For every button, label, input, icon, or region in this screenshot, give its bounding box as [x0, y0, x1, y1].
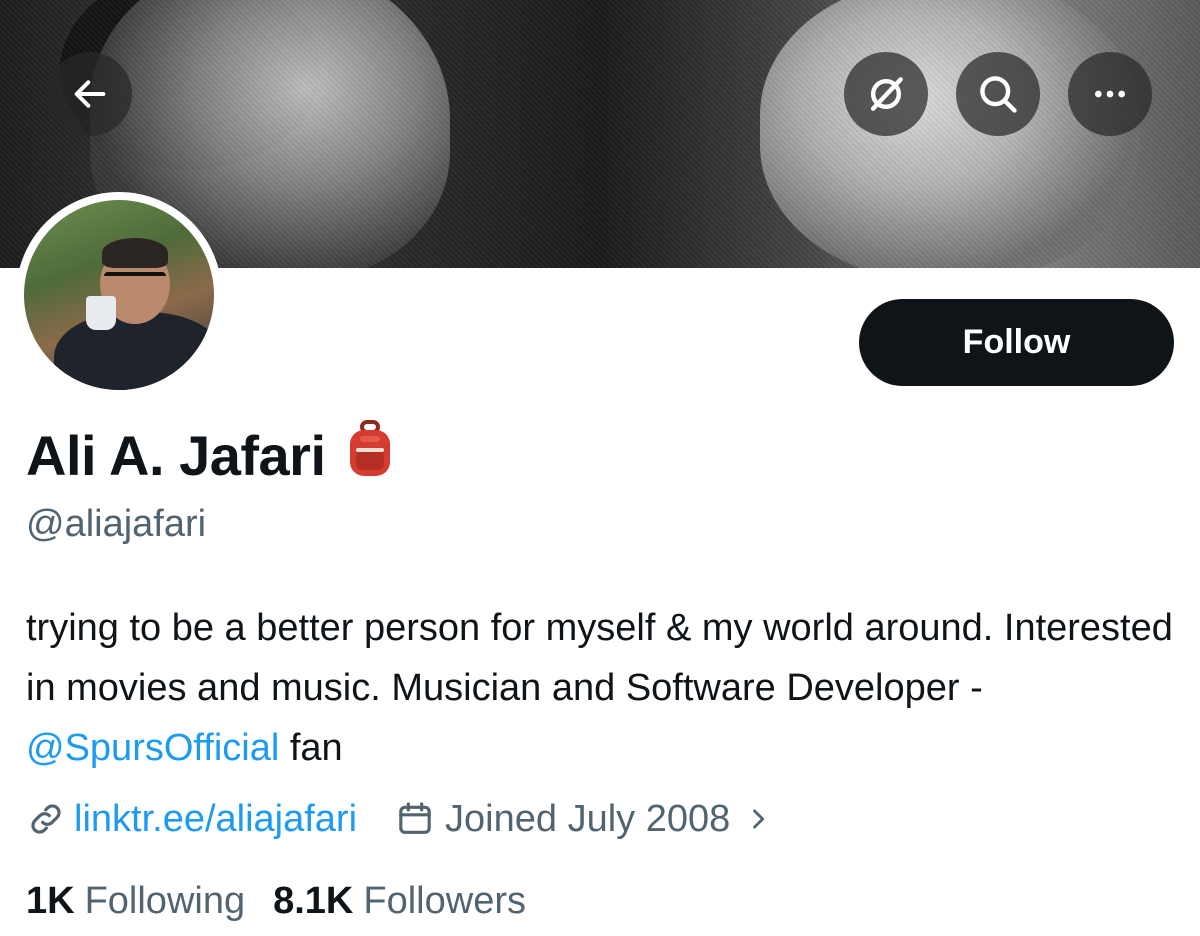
back-button[interactable] — [48, 52, 132, 136]
grok-button[interactable] — [844, 52, 928, 136]
followers-label: Followers — [363, 879, 526, 922]
bio-text: trying to be a better person for myself … — [26, 607, 1173, 709]
bio-mention-link[interactable]: @SpursOfficial — [26, 727, 279, 769]
avatar-photo-detail — [86, 296, 116, 330]
avatar-photo-detail — [104, 272, 166, 286]
joined-date[interactable]: Joined July 2008 — [395, 798, 772, 841]
website-link[interactable]: linktr.ee/aliajafari — [26, 798, 357, 841]
bio-text-end: fan — [279, 727, 343, 769]
profile-stats: 1K Following 8.1K Followers — [26, 876, 526, 926]
profile-bio: trying to be a better person for myself … — [26, 598, 1186, 778]
display-name-text: Ali A. Jafari — [26, 424, 326, 487]
link-icon — [31, 804, 61, 834]
following-count: 1K — [26, 879, 75, 922]
following-label: Following — [84, 879, 246, 922]
grok-icon — [870, 77, 903, 111]
follow-button[interactable]: Follow — [859, 299, 1174, 386]
calendar-icon — [395, 799, 435, 839]
website-link-text: linktr.ee/aliajafari — [74, 797, 358, 840]
backpack-icon — [346, 420, 394, 491]
display-name: Ali A. Jafari — [26, 420, 394, 491]
search-button[interactable] — [956, 52, 1040, 136]
following-stat[interactable]: 1K Following — [26, 880, 245, 923]
profile-meta: linktr.ee/aliajafari Joined July 2008 — [26, 794, 772, 844]
followers-count: 8.1K — [273, 879, 354, 922]
more-horizontal-icon — [1095, 90, 1125, 98]
more-options-button[interactable] — [1068, 52, 1152, 136]
arrow-left-icon — [74, 80, 106, 108]
avatar[interactable] — [16, 192, 222, 398]
joined-date-text: Joined July 2008 — [445, 797, 731, 840]
followers-stat[interactable]: 8.1K Followers — [273, 880, 526, 923]
avatar-photo — [24, 200, 214, 390]
profile-handle: @aliajafari — [26, 503, 207, 545]
chevron-right-icon — [744, 802, 772, 836]
avatar-photo-detail — [102, 238, 168, 268]
search-icon — [980, 76, 1017, 113]
